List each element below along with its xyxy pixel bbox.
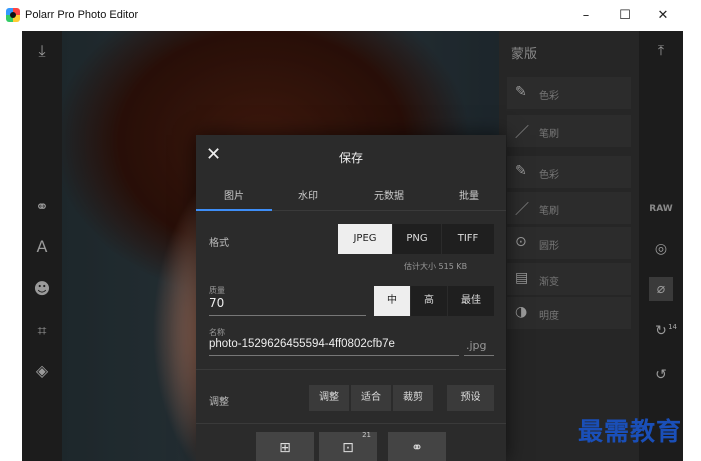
mask-item-label: 笔刷 bbox=[539, 206, 559, 217]
adjust-label: 调整 bbox=[209, 397, 229, 408]
mask-item-color-1[interactable]: ✎ 色彩 bbox=[507, 77, 631, 109]
luminance-icon: ◑ bbox=[515, 304, 528, 320]
mask-item-label: 圆形 bbox=[539, 241, 559, 252]
mask-tool-icon[interactable]: ⌀ bbox=[649, 277, 673, 301]
left-toolbar: ⤓ ⚭ A ☻ ⌗ ◈ bbox=[22, 31, 62, 461]
format-jpeg-button[interactable]: JPEG bbox=[338, 224, 392, 254]
radial-icon: ⊙ bbox=[515, 234, 527, 250]
tab-metadata[interactable]: 元数据 bbox=[351, 187, 427, 202]
mask-item-label: 色彩 bbox=[539, 91, 559, 102]
active-tab-indicator bbox=[196, 209, 272, 211]
mask-item-label: 笔刷 bbox=[539, 129, 559, 140]
maximize-button[interactable]: ☐ bbox=[605, 4, 645, 28]
editor-app: ⤓ ⚭ A ☻ ⌗ ◈ 蒙版 ✎ 色彩 ／ 笔刷 ✎ 色彩 ／ 笔刷 ⊙ 圆形 … bbox=[22, 31, 683, 461]
dialog-tabs: 图片 水印 元数据 批量 bbox=[196, 179, 506, 211]
save-image-button[interactable]: ⊞ bbox=[256, 432, 314, 461]
share-icon: ⚭ bbox=[411, 440, 423, 456]
mask-item-label: 渐变 bbox=[539, 277, 559, 288]
mask-item-brush-1[interactable]: ／ 笔刷 bbox=[507, 115, 631, 147]
estimated-size: 估计大小 515 KB bbox=[404, 262, 468, 271]
mask-item-label: 色彩 bbox=[539, 170, 559, 181]
tab-batch[interactable]: 批量 bbox=[431, 187, 507, 202]
mask-panel: 蒙版 ✎ 色彩 ／ 笔刷 ✎ 色彩 ／ 笔刷 ⊙ 圆形 ▤ 渐变 ◑ 明度 bbox=[499, 31, 639, 461]
save-image-icon: ⊞ bbox=[279, 440, 291, 456]
quality-medium-button[interactable]: 中 bbox=[374, 286, 410, 316]
name-underline bbox=[209, 355, 459, 356]
mask-panel-title: 蒙版 bbox=[511, 47, 538, 62]
quality-input[interactable]: 70 bbox=[209, 296, 224, 310]
mask-item-label: 明度 bbox=[539, 311, 559, 322]
quality-underline bbox=[209, 315, 366, 316]
dialog-title: 保存 bbox=[338, 151, 363, 165]
window-titlebar: Polarr Pro Photo Editor – ☐ ✕ bbox=[0, 0, 701, 31]
undo-icon[interactable]: ↺ bbox=[649, 363, 673, 387]
eyedropper-icon: ✎ bbox=[515, 163, 527, 179]
lens-icon[interactable]: ◎ bbox=[649, 237, 673, 261]
share-button[interactable]: ⚭ bbox=[388, 432, 446, 461]
tab-watermark[interactable]: 水印 bbox=[270, 187, 346, 202]
format-tiff-button[interactable]: TIFF bbox=[442, 224, 494, 254]
upload-icon[interactable]: ⤒ bbox=[649, 39, 673, 63]
history-count: 14 bbox=[668, 323, 677, 331]
tab-image[interactable]: 图片 bbox=[196, 187, 272, 202]
layers-icon[interactable]: ◈ bbox=[30, 359, 54, 383]
extension-underline bbox=[464, 355, 494, 356]
eyedropper-icon: ✎ bbox=[515, 84, 527, 100]
quality-high-button[interactable]: 高 bbox=[411, 286, 447, 316]
crop-button[interactable]: 裁剪 bbox=[393, 385, 433, 411]
brush-icon: ／ bbox=[515, 202, 529, 218]
format-png-button[interactable]: PNG bbox=[393, 224, 441, 254]
divider bbox=[196, 369, 506, 370]
face-icon[interactable]: ☻ bbox=[30, 277, 54, 301]
file-extension: .jpg bbox=[466, 339, 487, 352]
filters-icon[interactable]: ⚭ bbox=[30, 195, 54, 219]
export-count-badge: 21 bbox=[362, 431, 371, 439]
divider bbox=[196, 423, 506, 424]
export-image-icon: ⊡ bbox=[342, 440, 354, 456]
right-toolbar: ⤒ RAW ◎ ⌀ ↻ 14 ↺ bbox=[639, 31, 683, 461]
gradient-icon: ▤ bbox=[515, 270, 529, 286]
fit-button[interactable]: 适合 bbox=[351, 385, 391, 411]
watermark-text: 最需教育 bbox=[578, 417, 683, 446]
export-image-button[interactable]: ⊡ 21 bbox=[319, 431, 377, 461]
mask-item-luminance[interactable]: ◑ 明度 bbox=[507, 297, 631, 329]
format-label: 格式 bbox=[209, 238, 229, 249]
window-title: Polarr Pro Photo Editor bbox=[25, 9, 139, 21]
preset-button[interactable]: 预设 bbox=[447, 385, 494, 411]
mask-item-brush-2[interactable]: ／ 笔刷 bbox=[507, 192, 631, 224]
quality-best-button[interactable]: 最佳 bbox=[448, 286, 494, 316]
mask-item-radial[interactable]: ⊙ 圆形 bbox=[507, 227, 631, 259]
download-icon[interactable]: ⤓ bbox=[30, 39, 54, 63]
adjust-button[interactable]: 调整 bbox=[309, 385, 349, 411]
brush-icon: ／ bbox=[515, 125, 529, 141]
crop-icon[interactable]: ⌗ bbox=[30, 319, 54, 343]
quality-label: 质量 bbox=[209, 286, 225, 295]
app-logo-icon bbox=[6, 8, 20, 22]
minimize-button[interactable]: – bbox=[566, 4, 606, 28]
history-icon[interactable]: ↻ 14 bbox=[649, 319, 677, 343]
close-window-button[interactable]: ✕ bbox=[643, 4, 683, 28]
save-dialog: ✕ 保存 图片 水印 元数据 批量 格式 JPEG PNG TIFF 估计大小 … bbox=[196, 135, 506, 461]
name-label: 名称 bbox=[209, 328, 225, 337]
mask-item-color-2[interactable]: ✎ 色彩 bbox=[507, 156, 631, 188]
file-name-input[interactable]: photo-1529626455594-4ff0802cfb7e bbox=[209, 338, 395, 350]
text-icon[interactable]: A bbox=[30, 235, 54, 259]
mask-item-gradient[interactable]: ▤ 渐变 bbox=[507, 263, 631, 295]
raw-button[interactable]: RAW bbox=[649, 197, 673, 221]
